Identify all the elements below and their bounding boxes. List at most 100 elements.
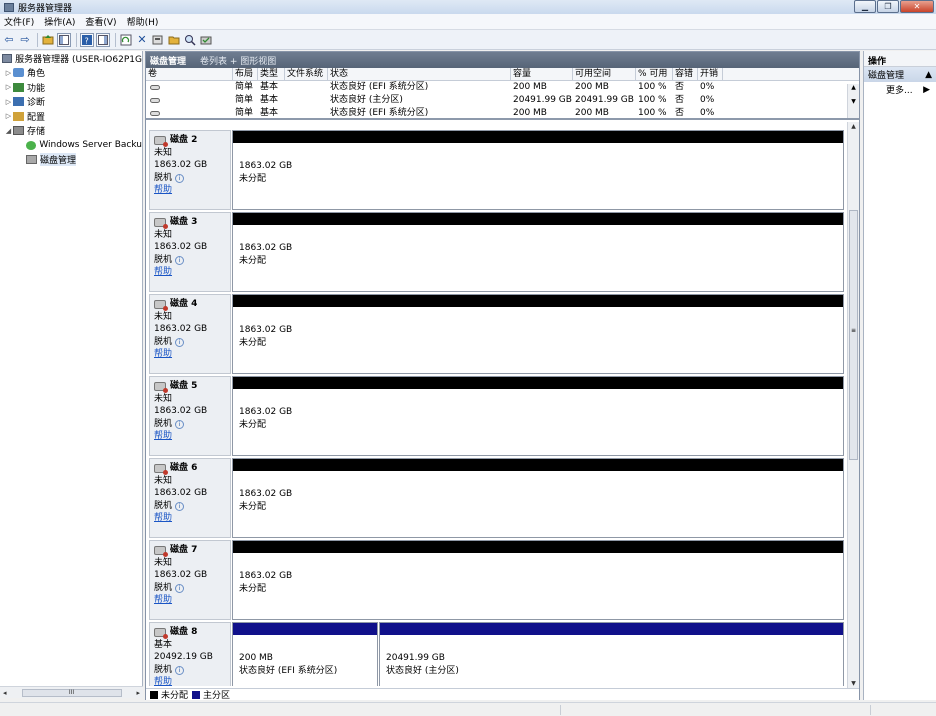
- partition-unallocated[interactable]: 1863.02 GB 未分配: [232, 376, 844, 456]
- menu-action[interactable]: 操作(A): [44, 15, 75, 28]
- tree-item-windows-server-backup[interactable]: Windows Server Backu: [0, 138, 142, 153]
- disk-name: 磁盘 8: [170, 627, 198, 637]
- help-link[interactable]: 帮助: [154, 267, 172, 277]
- help-link[interactable]: 帮助: [154, 513, 172, 523]
- table-row[interactable]: 简单 基本 状态良好 (EFI 系统分区) 200 MB 200 MB 100 …: [146, 81, 859, 94]
- menu-file[interactable]: 文件(F): [4, 15, 34, 28]
- column-header-status[interactable]: 状态: [328, 68, 511, 80]
- column-header-overhead[interactable]: 开销: [698, 68, 723, 80]
- partition-unallocated[interactable]: 1863.02 GB 未分配: [232, 294, 844, 374]
- tree-horizontal-scrollbar[interactable]: ◂ III ▸: [0, 686, 143, 698]
- maximize-button[interactable]: ❐: [877, 0, 899, 13]
- scroll-down-icon[interactable]: ▼: [848, 680, 859, 687]
- info-icon[interactable]: i: [175, 337, 185, 347]
- action-more[interactable]: 更多... ▶: [864, 82, 936, 97]
- scrollbar-thumb[interactable]: III: [21, 688, 122, 697]
- partition-unallocated[interactable]: 1863.02 GB 未分配: [232, 458, 844, 538]
- info-icon[interactable]: i: [175, 255, 185, 265]
- disk-info-panel[interactable]: 磁盘 2 未知 1863.02 GB 脱机 i 帮助: [149, 130, 231, 210]
- partition-unallocated[interactable]: 1863.02 GB 未分配: [232, 212, 844, 292]
- volume-list-scrollbar[interactable]: ▲ ▼: [847, 84, 859, 118]
- close-button[interactable]: ✕: [900, 0, 934, 13]
- tree-item-disk-management[interactable]: 磁盘管理: [0, 153, 142, 168]
- table-cell: 简单: [235, 82, 254, 92]
- info-icon[interactable]: i: [175, 419, 185, 429]
- toolbar: ⇦ ⇨ ? ✕: [0, 30, 936, 50]
- column-header-fault-tolerance[interactable]: 容错: [673, 68, 698, 80]
- disk-type: 未知: [154, 475, 173, 486]
- tree-item-roles[interactable]: ▷ 角色: [0, 66, 142, 81]
- partition-efi[interactable]: 200 MB 状态良好 (EFI 系统分区): [232, 622, 378, 686]
- disk-row: 磁盘 8 基本 20492.19 GB 脱机 i 帮助 200 MB 状态良好 (…: [146, 622, 849, 686]
- tree-item-storage[interactable]: ◢ 存储: [0, 124, 142, 139]
- tree-item-features[interactable]: ▷ 功能: [0, 80, 142, 95]
- column-header-layout[interactable]: 布局: [233, 68, 258, 80]
- tree-item-server-manager[interactable]: 服务器管理器 (USER-IO62P1G: [0, 51, 142, 66]
- disk-info-panel[interactable]: 磁盘 8 基本 20492.19 GB 脱机 i 帮助: [149, 622, 231, 686]
- disk-info-panel[interactable]: 磁盘 5 未知 1863.02 GB 脱机 i 帮助: [149, 376, 231, 456]
- help-link[interactable]: 帮助: [154, 185, 172, 195]
- column-header-capacity[interactable]: 容量: [511, 68, 573, 80]
- column-header-type[interactable]: 类型: [258, 68, 285, 80]
- menu-view[interactable]: 查看(V): [85, 15, 116, 28]
- partition-status: 未分配: [239, 501, 267, 512]
- refresh-icon[interactable]: [119, 33, 133, 47]
- server-icon: [2, 53, 13, 63]
- collapse-arrow-icon[interactable]: ▲: [925, 70, 932, 80]
- table-row[interactable]: 简单 基本 状态良好 (EFI 系统分区) 200 MB 200 MB 100 …: [146, 107, 859, 118]
- partition-primary[interactable]: 20491.99 GB 状态良好 (主分区): [379, 622, 844, 686]
- expand-arrow-icon[interactable]: ▷: [4, 112, 13, 120]
- delete-icon[interactable]: ✕: [135, 33, 149, 47]
- back-icon[interactable]: ⇦: [2, 33, 16, 47]
- column-header-filesystem[interactable]: 文件系统: [285, 68, 328, 80]
- disk-info-panel[interactable]: 磁盘 6 未知 1863.02 GB 脱机 i 帮助: [149, 458, 231, 538]
- column-header-free-space[interactable]: 可用空间: [573, 68, 636, 80]
- scroll-left-icon[interactable]: ◂: [3, 689, 7, 697]
- disk-size: 20492.19 GB: [154, 652, 213, 662]
- disk-management-pane: 磁盘管理 卷列表 + 图形视图 卷 布局 类型 文件系统 状态 容量 可用空间 …: [145, 51, 860, 701]
- info-icon[interactable]: i: [175, 665, 185, 675]
- disk-properties-icon[interactable]: [151, 33, 165, 47]
- scrollbar-thumb[interactable]: ≡: [849, 210, 858, 460]
- help-link[interactable]: 帮助: [154, 595, 172, 605]
- partition-unallocated[interactable]: 1863.02 GB 未分配: [232, 130, 844, 210]
- properties-panel-icon[interactable]: [96, 32, 110, 47]
- disk-info-panel[interactable]: 磁盘 3 未知 1863.02 GB 脱机 i 帮助: [149, 212, 231, 292]
- graphical-view-scrollbar[interactable]: ▲ ≡ ▼: [847, 122, 859, 688]
- table-row[interactable]: 简单 基本 状态良好 (主分区) 20491.99 GB 20491.99 GB…: [146, 94, 859, 107]
- open-folder-icon[interactable]: [167, 33, 181, 47]
- info-icon[interactable]: i: [175, 501, 185, 511]
- help-link[interactable]: 帮助: [154, 677, 172, 686]
- help-link[interactable]: 帮助: [154, 431, 172, 441]
- search-icon[interactable]: [183, 33, 197, 47]
- disk-info-panel[interactable]: 磁盘 7 未知 1863.02 GB 脱机 i 帮助: [149, 540, 231, 620]
- tree-item-diagnostics[interactable]: ▷ 诊断: [0, 95, 142, 110]
- help-icon[interactable]: ?: [80, 32, 94, 47]
- scroll-right-icon[interactable]: ▸: [136, 689, 140, 697]
- scroll-up-icon[interactable]: ▲: [848, 123, 859, 130]
- column-header-percent-free[interactable]: % 可用: [636, 68, 673, 80]
- partition-unallocated[interactable]: 1863.02 GB 未分配: [232, 540, 844, 620]
- console-tree-icon[interactable]: [57, 32, 71, 47]
- disk-info-panel[interactable]: 磁盘 4 未知 1863.02 GB 脱机 i 帮助: [149, 294, 231, 374]
- disk-check-icon[interactable]: [199, 33, 213, 47]
- info-icon[interactable]: i: [175, 173, 185, 183]
- submenu-arrow-icon: ▶: [923, 84, 930, 95]
- volume-list-table: 卷 布局 类型 文件系统 状态 容量 可用空间 % 可用 容错 开销 简单 基本…: [146, 68, 859, 120]
- menu-help[interactable]: 帮助(H): [127, 15, 159, 28]
- help-link[interactable]: 帮助: [154, 349, 172, 359]
- tree-item-configuration[interactable]: ▷ 配置: [0, 109, 142, 124]
- info-icon[interactable]: i: [175, 583, 185, 593]
- actions-section-disk-management[interactable]: 磁盘管理 ▲: [864, 67, 936, 82]
- status-separator: [560, 705, 561, 715]
- server-manager-icon: [4, 2, 14, 12]
- volume-icon: [150, 111, 160, 116]
- forward-icon[interactable]: ⇨: [18, 33, 32, 47]
- expand-arrow-icon[interactable]: ▷: [4, 83, 13, 91]
- collapse-arrow-icon[interactable]: ◢: [4, 127, 13, 135]
- expand-arrow-icon[interactable]: ▷: [4, 69, 13, 77]
- column-header-volume[interactable]: 卷: [146, 68, 233, 80]
- minimize-button[interactable]: ▁: [854, 0, 876, 13]
- up-folder-icon[interactable]: [41, 33, 55, 47]
- expand-arrow-icon[interactable]: ▷: [4, 98, 13, 106]
